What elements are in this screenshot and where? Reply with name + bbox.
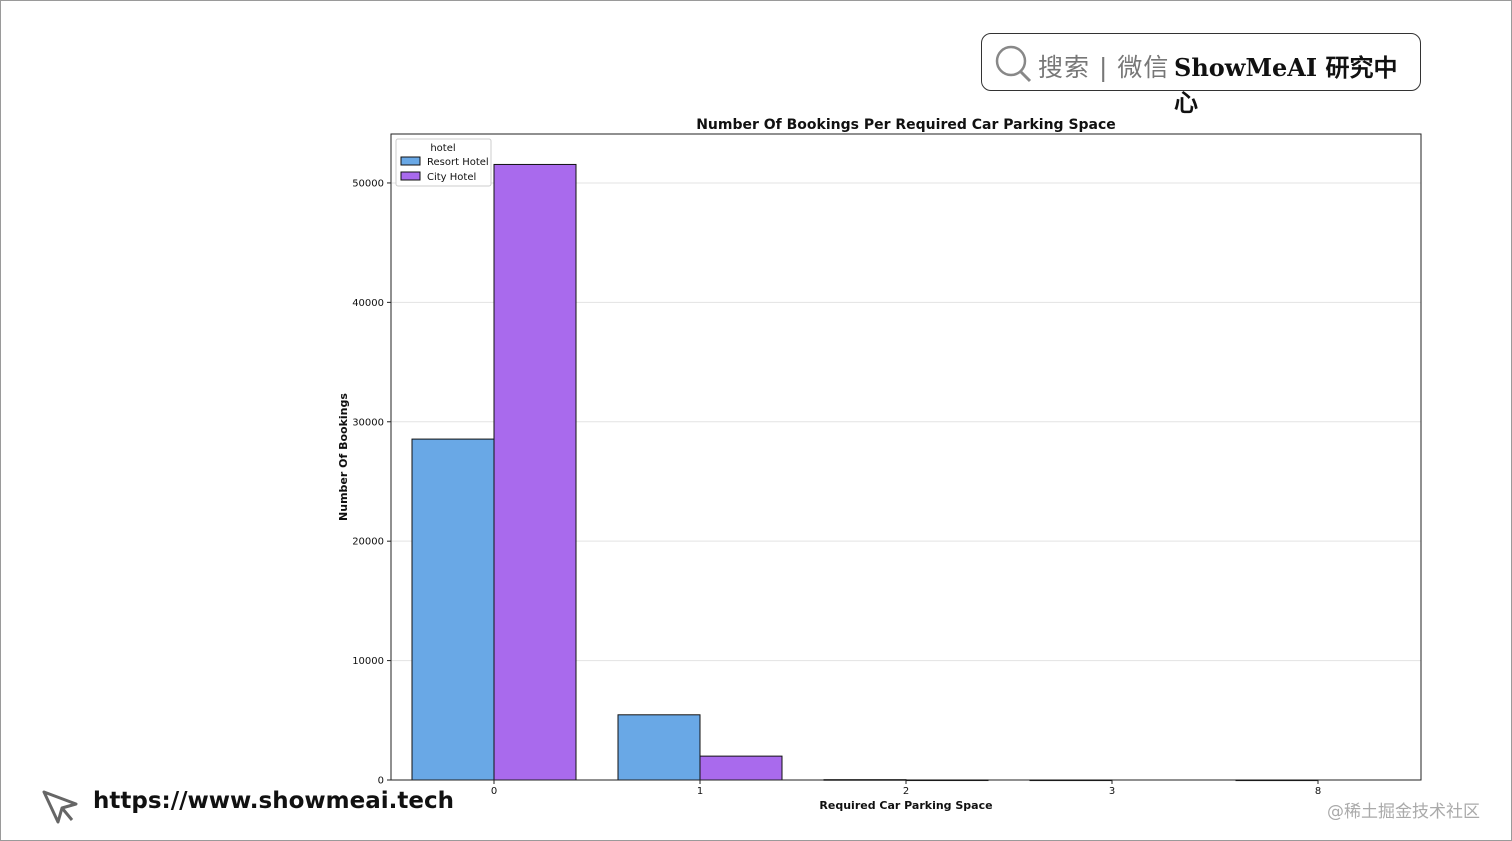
- chart-title: Number Of Bookings Per Required Car Park…: [696, 117, 1116, 133]
- legend-title: hotel: [430, 143, 455, 154]
- y-tick-label: 40000: [352, 298, 384, 309]
- y-tick-label: 30000: [352, 417, 384, 428]
- x-ticks: 0 1 2 3 8: [491, 780, 1321, 797]
- y-tick-label: 20000: [352, 537, 384, 548]
- bar-resort-hotel-1: [617, 714, 701, 781]
- legend: hotel Resort Hotel City Hotel: [395, 138, 492, 187]
- cursor-logo-icon: [40, 786, 82, 832]
- y-tick-label: 0: [378, 776, 384, 787]
- x-tick-label: 8: [1315, 786, 1321, 797]
- y-axis-label: Number Of Bookings: [337, 393, 350, 521]
- x-tick-label: 1: [697, 786, 703, 797]
- footer-url[interactable]: https://www.showmeai.tech: [93, 788, 454, 814]
- legend-swatch-city-hotel: [400, 171, 421, 181]
- x-axis-label: Required Car Parking Space: [819, 799, 992, 812]
- bar-resort-hotel-0: [411, 438, 495, 781]
- x-tick-label: 2: [903, 786, 909, 797]
- x-tick-label: 0: [491, 786, 497, 797]
- bar-city-hotel-1: [699, 755, 783, 781]
- x-tick-label: 3: [1109, 786, 1115, 797]
- bars: [411, 163, 1319, 782]
- bar-city-hotel-0: [493, 163, 577, 781]
- y-tick-label: 50000: [352, 178, 384, 189]
- y-tick-label: 10000: [352, 656, 384, 667]
- legend-swatch-resort-hotel: [400, 156, 421, 166]
- legend-label-resort-hotel: Resort Hotel: [427, 157, 489, 168]
- y-ticks: 0 10000 20000 30000 40000 50000: [352, 178, 391, 787]
- watermark-text: @稀土掘金技术社区: [1327, 802, 1480, 822]
- legend-label-city-hotel: City Hotel: [427, 172, 476, 183]
- bar-chart: 0 10000 20000 30000 40000 50000 0 1 2 3 8 Number …: [337, 117, 1422, 812]
